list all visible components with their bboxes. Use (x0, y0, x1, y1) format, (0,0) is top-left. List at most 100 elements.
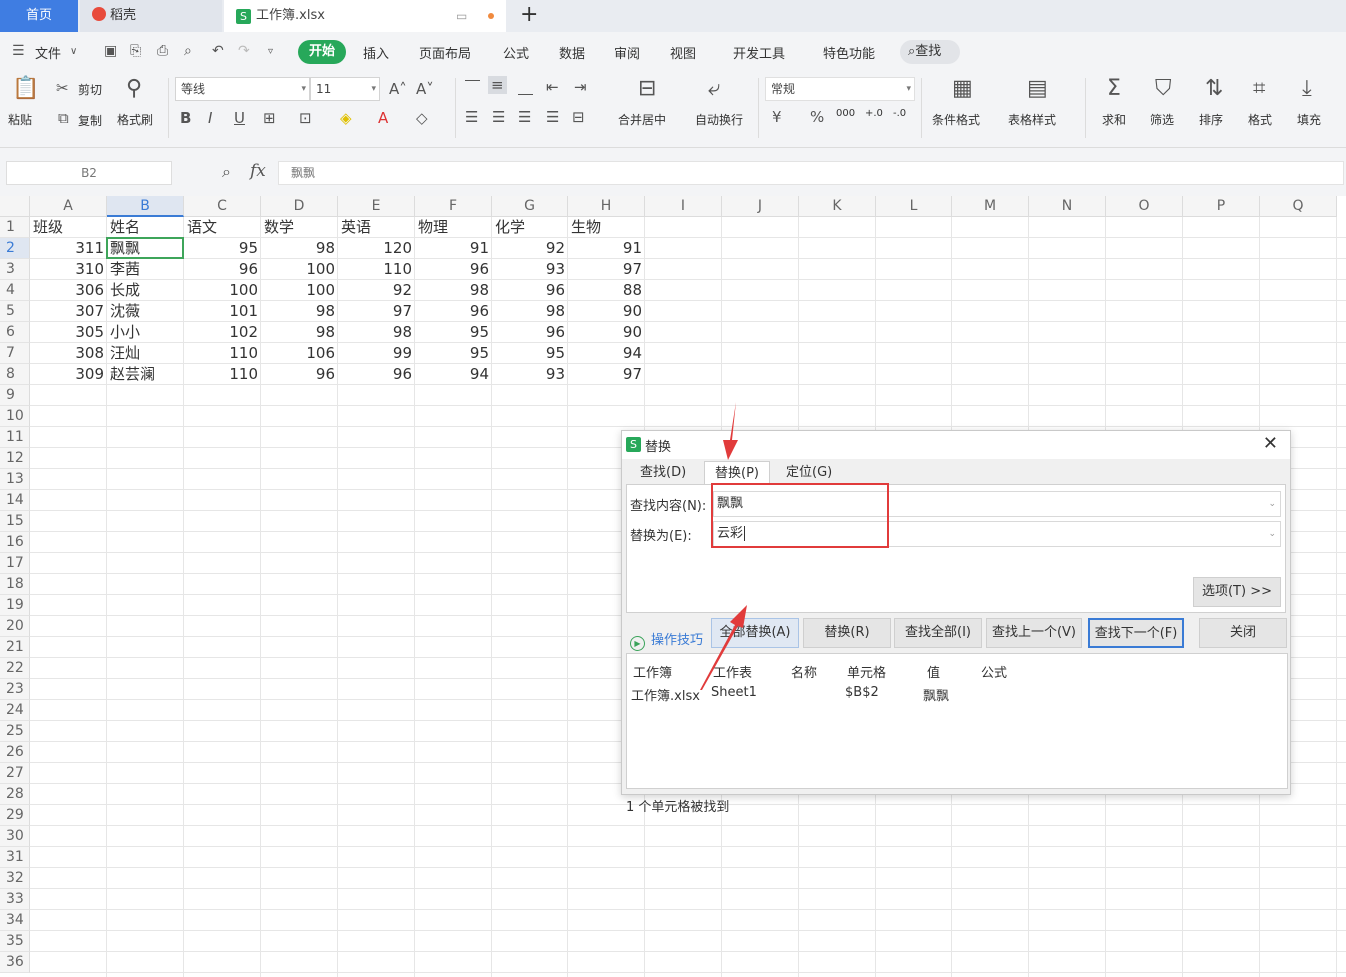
row-header-14[interactable]: 14 (0, 490, 30, 511)
number-format-select[interactable]: 常规 ▾ (765, 77, 915, 101)
fx-icon[interactable]: fx (250, 161, 266, 181)
find-next-button[interactable]: 查找下一个(F) (1088, 618, 1184, 648)
table-cell[interactable]: 沈薇 (107, 301, 184, 322)
hamburger-menu-icon[interactable]: ☰ (12, 43, 25, 59)
table-cell[interactable]: 88 (568, 280, 645, 301)
row-header-20[interactable]: 20 (0, 616, 30, 637)
menu-search[interactable]: ⌕查找 (900, 40, 960, 64)
currency-icon[interactable]: ¥ (772, 108, 782, 126)
find-prev-button[interactable]: 查找上一个(V) (986, 618, 1082, 648)
row-header-32[interactable]: 32 (0, 868, 30, 889)
format-button[interactable]: 格式 (1248, 111, 1272, 128)
menu-view[interactable]: 视图 (670, 43, 696, 62)
table-cell[interactable]: 120 (338, 238, 415, 259)
row-header-22[interactable]: 22 (0, 658, 30, 679)
row-header-34[interactable]: 34 (0, 910, 30, 931)
formula-input[interactable]: 飘飘 (278, 161, 1344, 185)
indent-increase-icon[interactable]: ⇥ (574, 78, 587, 96)
italic-icon[interactable]: I (208, 109, 212, 127)
table-cell[interactable]: 96 (261, 364, 338, 385)
result-cell[interactable]: $B$2 (845, 685, 879, 700)
table-cell[interactable]: 91 (415, 238, 492, 259)
merge-center-icon[interactable]: ⊟ (638, 76, 656, 101)
table-cell[interactable]: 97 (568, 259, 645, 280)
tab-goto[interactable]: 定位(G) (776, 461, 842, 485)
row-header-27[interactable]: 27 (0, 763, 30, 784)
column-header-j[interactable]: J (722, 196, 799, 217)
print-preview-icon[interactable]: ⌕ (184, 43, 192, 59)
paste-icon[interactable]: 📋 (12, 76, 39, 101)
column-header-l[interactable]: L (876, 196, 952, 217)
menu-review[interactable]: 审阅 (614, 43, 640, 62)
table-cell[interactable]: 306 (30, 280, 107, 301)
table-cell[interactable]: 92 (338, 280, 415, 301)
new-tab-button[interactable]: + (520, 0, 538, 30)
cut-icon[interactable]: ✂ (56, 79, 69, 97)
table-cell[interactable]: 93 (492, 364, 568, 385)
column-header-n[interactable]: N (1029, 196, 1106, 217)
column-header-f[interactable]: F (415, 196, 492, 217)
menu-start[interactable]: 开始 (298, 40, 346, 64)
indent-decrease-icon[interactable]: ⇤ (546, 78, 559, 96)
results-header-workbook[interactable]: 工作簿 (633, 662, 672, 681)
table-cell[interactable]: 100 (261, 259, 338, 280)
table-cell[interactable]: 98 (338, 322, 415, 343)
table-cell[interactable]: 95 (492, 343, 568, 364)
sort-button[interactable]: 排序 (1199, 111, 1223, 128)
row-header-26[interactable]: 26 (0, 742, 30, 763)
row-header-8[interactable]: 8 (0, 364, 30, 385)
font-name-select[interactable]: 等线 ▾ (175, 77, 310, 101)
result-workbook[interactable]: 工作簿.xlsx (631, 685, 700, 704)
table-cell[interactable]: 308 (30, 343, 107, 364)
table-cell[interactable]: 95 (415, 343, 492, 364)
fill-icon[interactable]: ⤓ (1302, 76, 1312, 101)
results-header-formula[interactable]: 公式 (981, 662, 1007, 681)
row-header-25[interactable]: 25 (0, 721, 30, 742)
fill-button[interactable]: 填充 (1297, 111, 1321, 128)
column-header-d[interactable]: D (261, 196, 338, 217)
table-cell[interactable]: 310 (30, 259, 107, 280)
table-cell[interactable]: 106 (261, 343, 338, 364)
row-header-10[interactable]: 10 (0, 406, 30, 427)
percent-icon[interactable]: % (810, 108, 824, 126)
menu-developer[interactable]: 开发工具 (733, 43, 785, 62)
copy-button[interactable]: 复制 (78, 112, 102, 129)
row-header-12[interactable]: 12 (0, 448, 30, 469)
row-header-19[interactable]: 19 (0, 595, 30, 616)
column-header-b[interactable]: B (107, 196, 184, 217)
clear-icon[interactable]: ◇ (416, 109, 428, 127)
column-header-i[interactable]: I (645, 196, 722, 217)
cell-header[interactable]: 化学 (492, 217, 568, 238)
conditional-format-button[interactable]: 条件格式 (932, 111, 980, 128)
align-top-icon[interactable]: ⎺ (465, 78, 480, 96)
table-cell[interactable]: 307 (30, 301, 107, 322)
cell-header[interactable]: 英语 (338, 217, 415, 238)
distribute-icon[interactable]: ⊟ (572, 108, 585, 126)
undo-icon[interactable]: ↶ (212, 43, 224, 59)
table-cell[interactable]: 李茜 (107, 259, 184, 280)
cell-style-icon[interactable]: ⊡ (299, 109, 312, 127)
paste-button[interactable]: 粘贴 (8, 111, 32, 128)
row-header-35[interactable]: 35 (0, 931, 30, 952)
chevron-down-icon[interactable]: ⌄ (1268, 522, 1276, 546)
border-icon[interactable]: ⊞ (263, 109, 276, 127)
font-size-select[interactable]: 11 ▾ (310, 77, 380, 101)
table-cell[interactable]: 94 (568, 343, 645, 364)
cell-header[interactable]: 生物 (568, 217, 645, 238)
close-icon[interactable]: ✕ (1263, 433, 1278, 454)
menu-file[interactable]: 文件 (35, 43, 61, 62)
column-header-a[interactable]: A (30, 196, 107, 217)
table-cell[interactable]: 赵芸澜 (107, 364, 184, 385)
row-header-31[interactable]: 31 (0, 847, 30, 868)
increase-font-icon[interactable]: A˄ (389, 80, 407, 98)
row-header-11[interactable]: 11 (0, 427, 30, 448)
menu-data[interactable]: 数据 (559, 43, 585, 62)
row-header-23[interactable]: 23 (0, 679, 30, 700)
wrap-text-icon[interactable]: ⤶ (708, 76, 720, 101)
table-cell[interactable]: 96 (415, 301, 492, 322)
table-cell[interactable]: 95 (415, 322, 492, 343)
table-cell[interactable]: 100 (261, 280, 338, 301)
row-header-16[interactable]: 16 (0, 532, 30, 553)
row-header-21[interactable]: 21 (0, 637, 30, 658)
table-cell[interactable]: 309 (30, 364, 107, 385)
